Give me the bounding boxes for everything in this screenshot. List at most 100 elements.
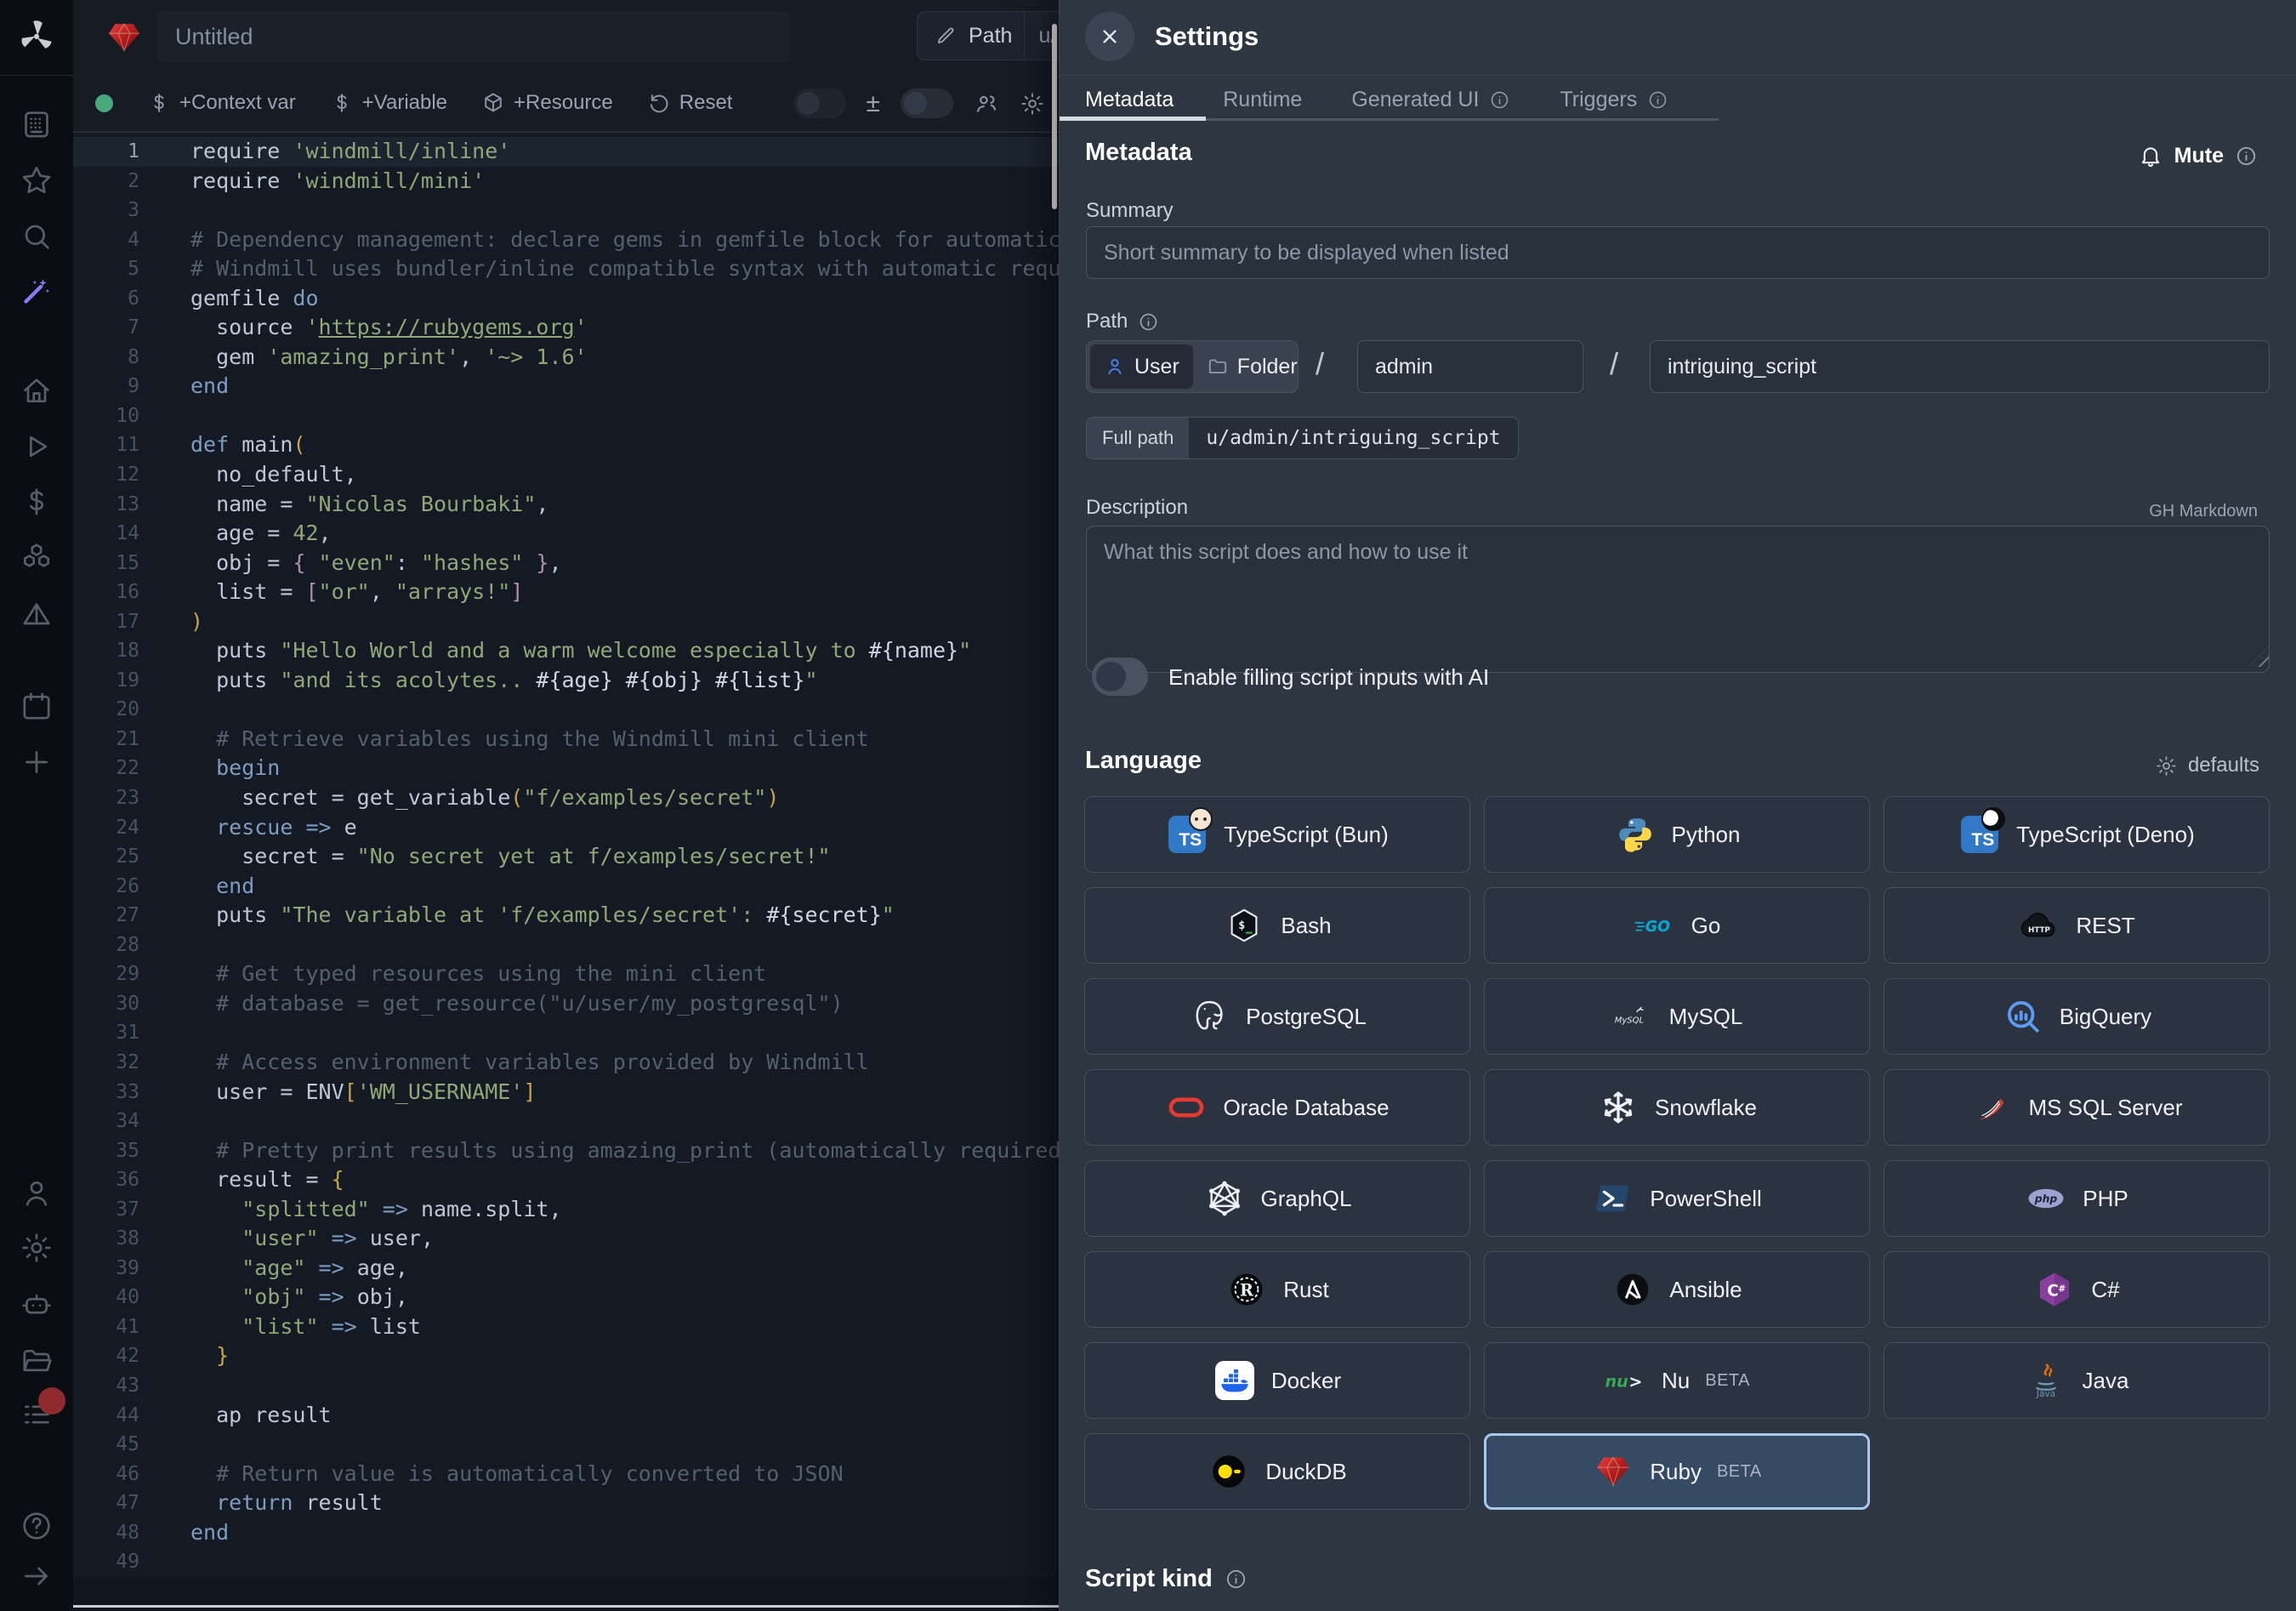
- folder-segment[interactable]: Folder: [1193, 344, 1311, 389]
- add-context-var-button[interactable]: +Context var: [147, 91, 296, 115]
- script-title-input[interactable]: [156, 11, 791, 62]
- add-variable-button[interactable]: +Variable: [330, 91, 447, 115]
- metadata-heading: Metadata: [1085, 139, 1192, 167]
- code-line: 1require 'windmill/inline': [73, 137, 1059, 167]
- reset-button[interactable]: Reset: [647, 91, 733, 115]
- sidebar-cubes-icon[interactable]: [20, 541, 54, 575]
- java-icon: Java: [2025, 1359, 2067, 1402]
- beta-badge: BETA: [1717, 1462, 1762, 1482]
- gear-icon[interactable]: [1020, 91, 1045, 117]
- sidebar-search-icon[interactable]: [20, 219, 54, 253]
- language-card-rest[interactable]: HTTPREST: [1884, 887, 2270, 964]
- owner-kind-segmented-control: User Folder: [1086, 340, 1299, 393]
- diff-toggle[interactable]: [793, 88, 846, 118]
- editor-scrollbar[interactable]: [1052, 24, 1057, 209]
- tab-runtime[interactable]: Runtime: [1223, 88, 1302, 112]
- svg-text:nu: nu: [1605, 1371, 1628, 1391]
- sidebar-wand-icon[interactable]: [20, 274, 54, 308]
- language-card-nu[interactable]: nu>NuBETA: [1484, 1342, 1870, 1419]
- language-card-mysql[interactable]: MySQLMySQL: [1484, 978, 1870, 1055]
- code-editor[interactable]: 1require 'windmill/inline'2require 'wind…: [73, 133, 1059, 1611]
- sidebar-star-icon[interactable]: [20, 163, 54, 197]
- language-card-powershell[interactable]: PowerShell: [1484, 1160, 1870, 1237]
- sidebar-list-icon[interactable]: [20, 1398, 54, 1432]
- add-resource-button[interactable]: +Resource: [481, 91, 613, 115]
- language-grid: TSTypeScript (Bun)PythonTSTypeScript (De…: [1084, 796, 2270, 1510]
- language-card-rust[interactable]: RRust: [1084, 1251, 1470, 1328]
- summary-input[interactable]: [1086, 226, 2270, 279]
- code-line: 44 ap result: [73, 1401, 1059, 1431]
- go-icon: GO: [1634, 904, 1676, 947]
- sidebar-dollar-icon[interactable]: [20, 485, 54, 519]
- deno-icon: TS: [1958, 813, 2001, 856]
- package-icon: [481, 91, 505, 115]
- code-line: 24 rescue => e: [73, 813, 1059, 843]
- language-card-ansible[interactable]: Ansible: [1484, 1251, 1870, 1328]
- bash-icon: $: [1223, 904, 1265, 947]
- code-line: 32 # Access environment variables provid…: [73, 1048, 1059, 1078]
- tab-generated-ui[interactable]: Generated UI: [1351, 88, 1510, 112]
- path-name-input[interactable]: [1650, 340, 2270, 393]
- code-line: 23 secret = get_variable("f/examples/sec…: [73, 783, 1059, 813]
- code-line: 17): [73, 607, 1059, 637]
- sidebar-robot-icon[interactable]: [20, 1288, 54, 1322]
- language-card-graphql[interactable]: GraphQL: [1084, 1160, 1470, 1237]
- sidebar-remote-icon[interactable]: [20, 107, 54, 141]
- language-card-java[interactable]: JavaJava: [1884, 1342, 2270, 1419]
- language-card-postgresql[interactable]: PostgreSQL: [1084, 978, 1470, 1055]
- language-card-oracle-database[interactable]: Oracle Database: [1084, 1069, 1470, 1146]
- sidebar-arrow-right-icon[interactable]: [20, 1559, 54, 1593]
- postgresql-icon: [1188, 995, 1230, 1038]
- sidebar-home-icon[interactable]: [20, 374, 54, 408]
- info-icon: [2235, 145, 2258, 168]
- multiplayer-toggle[interactable]: [901, 88, 953, 118]
- user-segment[interactable]: User: [1090, 344, 1193, 389]
- language-card-typescript-deno-[interactable]: TSTypeScript (Deno): [1884, 796, 2270, 873]
- close-button[interactable]: [1085, 12, 1134, 61]
- code-line: 39 "age" => age,: [73, 1254, 1059, 1284]
- language-card-php[interactable]: phpPHP: [1884, 1160, 2270, 1237]
- description-textarea[interactable]: [1086, 526, 2270, 673]
- language-card-python[interactable]: Python: [1484, 796, 1870, 873]
- info-icon: [1489, 89, 1510, 111]
- plus-minus-icon: ±: [867, 89, 880, 118]
- tab-triggers[interactable]: Triggers: [1560, 88, 1668, 112]
- code-line: 5# Windmill uses bundler/inline compatib…: [73, 254, 1059, 284]
- gear-icon: [2155, 754, 2178, 777]
- svg-text:$: $: [1239, 919, 1246, 932]
- code-line: 27 puts "The variable at 'f/examples/sec…: [73, 901, 1059, 931]
- full-path-chip: Full path u/admin/intriguing_script: [1086, 417, 1519, 459]
- language-card-bigquery[interactable]: BigQuery: [1884, 978, 2270, 1055]
- code-line: 18 puts "Hello World and a warm welcome …: [73, 636, 1059, 666]
- language-card-bash[interactable]: $Bash: [1084, 887, 1470, 964]
- language-card-snowflake[interactable]: Snowflake: [1484, 1069, 1870, 1146]
- csharp-icon: C#: [2033, 1268, 2076, 1311]
- path-separator: /: [1316, 346, 1324, 382]
- user-icon: [1104, 356, 1126, 378]
- path-owner-input[interactable]: [1357, 340, 1583, 393]
- mute-label: Mute: [2174, 144, 2224, 168]
- windmill-logo-icon[interactable]: [17, 17, 56, 56]
- language-card-docker[interactable]: Docker: [1084, 1342, 1470, 1419]
- mute-button[interactable]: Mute: [2138, 143, 2258, 168]
- sidebar-gear-icon[interactable]: [20, 1231, 54, 1265]
- language-card-c-[interactable]: C#C#: [1884, 1251, 2270, 1328]
- bottom-panel-handle[interactable]: [73, 1605, 1059, 1608]
- tab-metadata[interactable]: Metadata: [1085, 88, 1174, 112]
- dollar-icon: [330, 91, 354, 115]
- sidebar-folder-icon[interactable]: [20, 1344, 54, 1378]
- sidebar-plus-icon[interactable]: [20, 745, 54, 779]
- sidebar-play-icon[interactable]: [20, 430, 54, 464]
- defaults-button[interactable]: defaults: [2155, 754, 2259, 777]
- ai-inputs-toggle[interactable]: [1092, 657, 1148, 696]
- language-card-go[interactable]: GOGo: [1484, 887, 1870, 964]
- language-card-typescript-bun-[interactable]: TSTypeScript (Bun): [1084, 796, 1470, 873]
- beta-badge: BETA: [1705, 1371, 1750, 1391]
- sidebar-person-icon[interactable]: [20, 1176, 54, 1210]
- language-card-ms-sql-server[interactable]: MS SQL Server: [1884, 1069, 2270, 1146]
- language-card-ruby[interactable]: RubyBETA: [1484, 1433, 1870, 1510]
- sidebar-calendar-icon[interactable]: [20, 689, 54, 723]
- sidebar-help-icon[interactable]: [20, 1509, 54, 1543]
- sidebar-prism-icon[interactable]: [20, 598, 54, 632]
- language-card-duckdb[interactable]: DuckDB: [1084, 1433, 1470, 1510]
